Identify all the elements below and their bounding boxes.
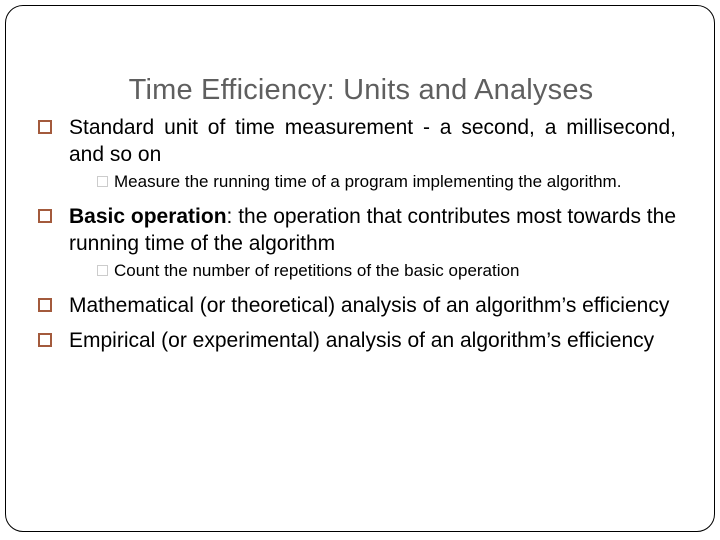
slide-content: Standard unit of time measurement - a se…	[34, 114, 676, 356]
bullet-mathematical-analysis: Mathematical (or theoretical) analysis o…	[34, 292, 676, 319]
slide-title: Time Efficiency: Units and Analyses	[128, 74, 594, 106]
sub-bullet-text: Count the number of repetitions of the b…	[114, 261, 520, 280]
square-bullet-icon	[97, 265, 108, 276]
sub-bullet-measure-running-time: Measure the running time of a program im…	[34, 171, 676, 193]
square-bullet-icon	[38, 120, 52, 134]
bullet-text: Mathematical (or theoretical) analysis o…	[69, 294, 670, 317]
square-bullet-icon	[97, 176, 108, 187]
sub-bullet-text: Measure the running time of a program im…	[114, 172, 622, 191]
square-bullet-icon	[38, 333, 52, 347]
bullet-basic-operation: Basic operation: the operation that cont…	[34, 203, 676, 257]
bullet-text: Empirical (or experimental) analysis of …	[69, 329, 655, 352]
sub-bullet-count-repetitions: Count the number of repetitions of the b…	[34, 260, 676, 282]
bullet-term: Basic operation	[69, 205, 227, 228]
slide-frame: Time Efficiency: Units and Analyses Stan…	[5, 5, 715, 532]
bullet-empirical-analysis: Empirical (or experimental) analysis of …	[34, 327, 676, 354]
square-bullet-icon	[38, 298, 52, 312]
bullet-standard-unit: Standard unit of time measurement - a se…	[34, 114, 676, 168]
bullet-text: Standard unit of time measurement - a se…	[69, 116, 676, 166]
square-bullet-icon	[38, 209, 52, 223]
